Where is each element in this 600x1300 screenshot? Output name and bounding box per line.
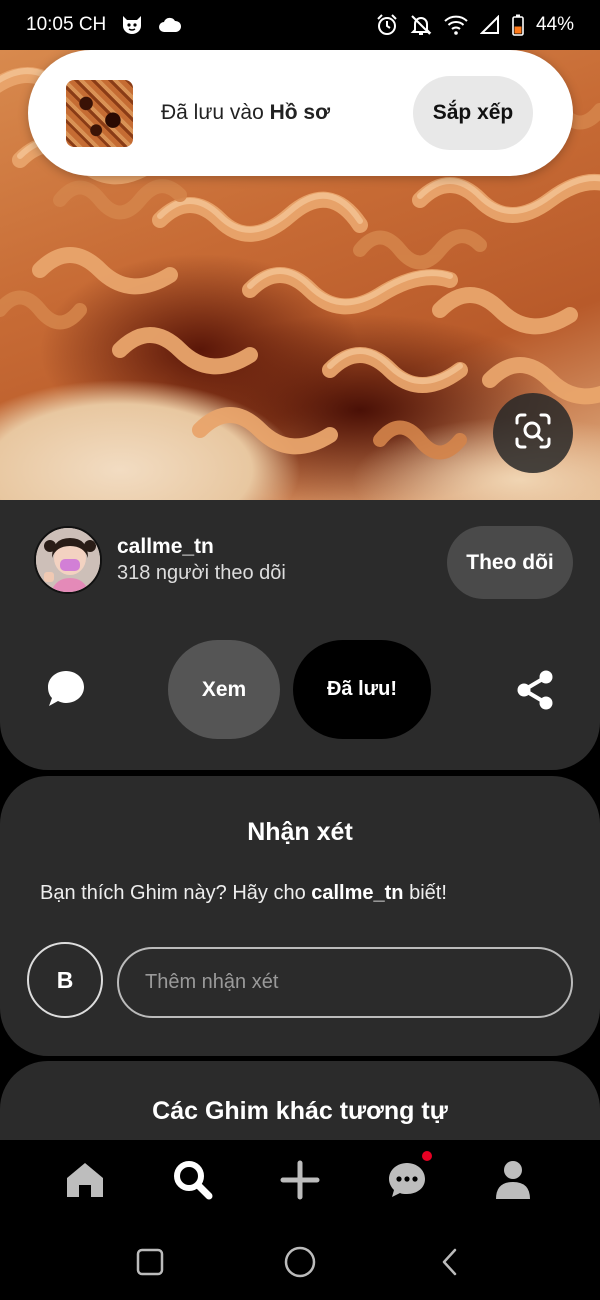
mute-icon xyxy=(410,14,432,36)
messages-icon[interactable] xyxy=(385,1151,432,1202)
share-icon[interactable] xyxy=(515,669,557,716)
back-icon[interactable] xyxy=(432,1244,468,1280)
pin-details-panel: callme_tn 318 người theo dõi Theo dõi Xe… xyxy=(0,500,600,770)
home-circle-icon[interactable] xyxy=(282,1244,318,1280)
notification-dot xyxy=(422,1151,432,1161)
toast-thumbnail xyxy=(66,79,133,147)
saved-button[interactable]: Đã lưu! xyxy=(293,640,431,739)
prompt-prefix: Bạn thích Ghim này? Hãy cho xyxy=(40,882,312,904)
system-navigation xyxy=(0,1224,600,1300)
comments-panel: Nhận xét Bạn thích Ghim này? Hãy cho cal… xyxy=(0,776,600,1056)
status-time: 10:05 CH xyxy=(26,14,107,35)
lens-search-icon xyxy=(513,411,553,456)
view-button[interactable]: Xem xyxy=(168,640,280,739)
action-row: Xem Đã lưu! xyxy=(0,640,600,740)
cloud-icon xyxy=(158,17,182,33)
prompt-suffix: biết! xyxy=(403,882,447,904)
visual-search-button[interactable] xyxy=(493,393,573,473)
battery-level: 44% xyxy=(535,14,574,35)
home-icon[interactable] xyxy=(63,1158,107,1202)
battery-icon xyxy=(512,14,524,36)
comments-prompt: Bạn thích Ghim này? Hãy cho callme_tn bi… xyxy=(40,882,447,905)
alarm-icon xyxy=(376,14,398,36)
toast-message: Đã lưu vào Hồ sơ xyxy=(161,101,330,125)
author-avatar[interactable] xyxy=(34,526,102,594)
wifi-icon xyxy=(444,15,468,35)
author-name[interactable]: callme_tn xyxy=(117,535,286,559)
follower-count: 318 người theo dõi xyxy=(117,562,286,584)
toast-board: Hồ sơ xyxy=(269,101,331,124)
toast-prefix: Đã lưu vào xyxy=(161,101,270,124)
bottom-navigation xyxy=(0,1140,600,1224)
prompt-username: callme_tn xyxy=(311,882,404,904)
author-info[interactable]: callme_tn 318 người theo dõi xyxy=(34,526,286,594)
status-bar: 10:05 CH 44% xyxy=(0,0,600,50)
search-icon[interactable] xyxy=(171,1158,215,1202)
similar-pins-title: Các Ghim khác tương tự xyxy=(152,1097,448,1125)
face-icon xyxy=(120,14,144,36)
saved-toast: Đã lưu vào Hồ sơ Sắp xếp xyxy=(28,50,573,176)
signal-icon xyxy=(479,15,500,35)
comments-title: Nhận xét xyxy=(247,818,353,846)
add-icon[interactable] xyxy=(278,1158,322,1202)
comment-input[interactable] xyxy=(117,947,573,1018)
current-user-avatar[interactable]: B xyxy=(27,942,103,1018)
follow-button[interactable]: Theo dõi xyxy=(447,526,573,599)
profile-icon[interactable] xyxy=(491,1158,535,1202)
organize-button[interactable]: Sắp xếp xyxy=(413,76,533,150)
comment-icon[interactable] xyxy=(45,668,87,715)
recents-icon[interactable] xyxy=(132,1244,168,1280)
